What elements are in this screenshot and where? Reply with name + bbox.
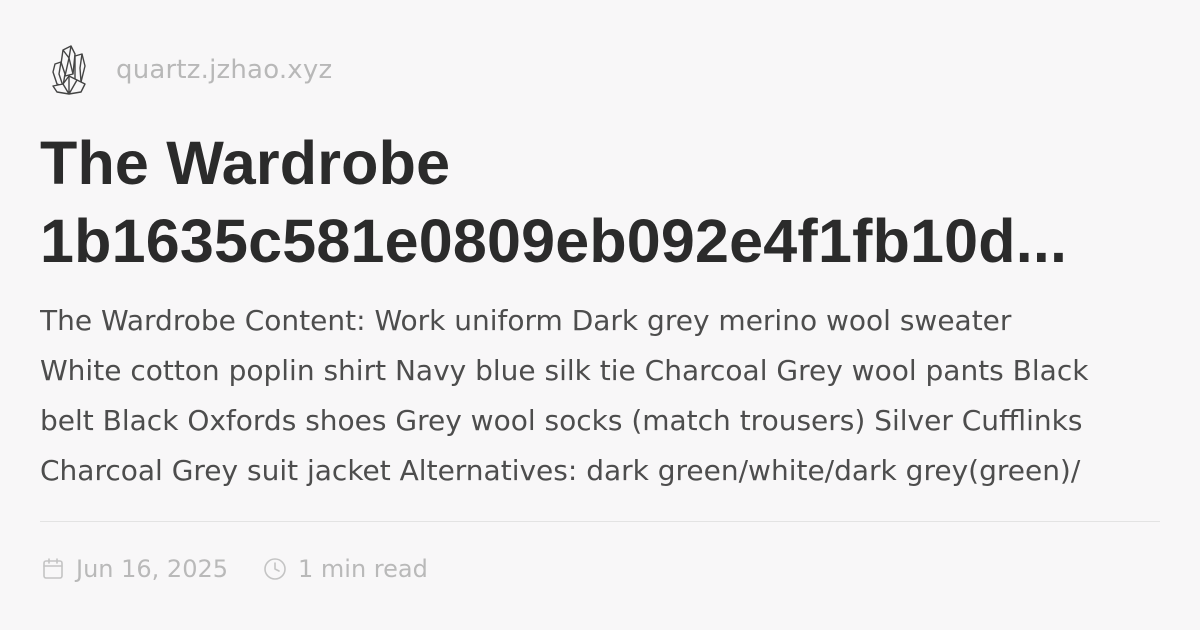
reading-time-meta: 1 min read bbox=[262, 555, 428, 583]
article-meta: Jun 16, 2025 1 min read bbox=[40, 555, 462, 583]
description-line: The Wardrobe Content: Work uniform Dark … bbox=[40, 304, 1012, 337]
og-card: quartz.jzhao.xyz The Wardrobe 1b1635c581… bbox=[0, 0, 1200, 630]
reading-time: 1 min read bbox=[298, 555, 428, 583]
publish-date: Jun 16, 2025 bbox=[76, 555, 229, 583]
divider bbox=[40, 521, 1160, 522]
description-line: belt Black Oxfords shoes Grey wool socks… bbox=[40, 404, 1083, 437]
page-description: The Wardrobe Content: Work uniform Dark … bbox=[40, 296, 1160, 486]
calendar-icon bbox=[40, 556, 66, 582]
description-line: Charcoal Grey suit jacket Alternatives: … bbox=[40, 454, 1081, 486]
page-title: The Wardrobe 1b1635c581e0809eb092e4f1fb1… bbox=[40, 124, 1160, 280]
quartz-crystal-icon bbox=[45, 42, 93, 98]
title-line-1: The Wardrobe bbox=[40, 129, 451, 197]
site-name[interactable]: quartz.jzhao.xyz bbox=[116, 55, 332, 85]
description-line: White cotton poplin shirt Navy blue silk… bbox=[40, 354, 1089, 387]
title-line-2: 1b1635c581e0809eb092e4f1fb10d... bbox=[40, 207, 1068, 275]
date-meta: Jun 16, 2025 bbox=[40, 555, 228, 583]
clock-icon bbox=[262, 556, 288, 582]
site-header: quartz.jzhao.xyz bbox=[45, 40, 1160, 100]
